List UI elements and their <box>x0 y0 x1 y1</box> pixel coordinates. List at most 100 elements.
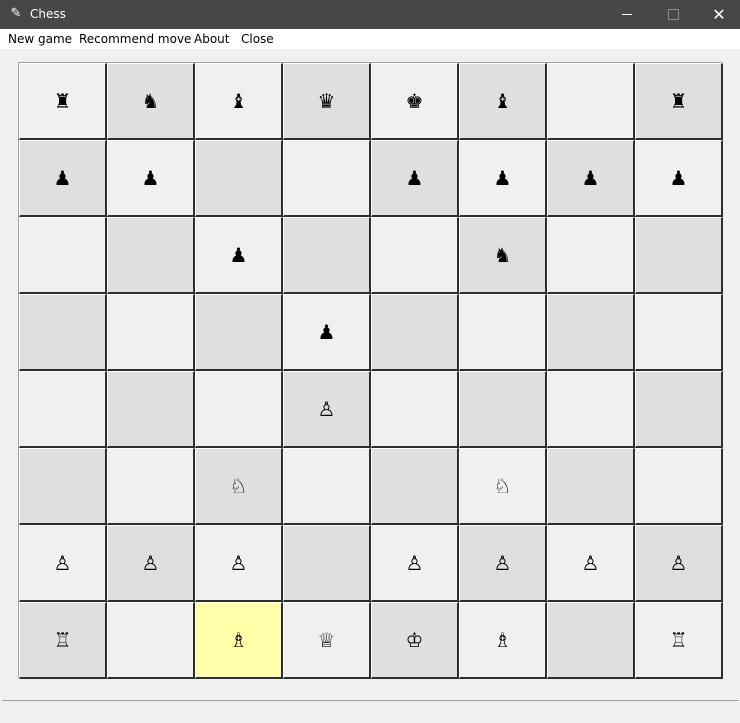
square-h5[interactable] <box>635 294 723 371</box>
square-b4[interactable] <box>107 371 195 448</box>
square-b7[interactable]: ♟ <box>107 140 195 217</box>
piece: ♕ <box>317 628 336 652</box>
piece: ♟ <box>141 166 160 190</box>
square-g2[interactable]: ♙ <box>547 525 635 602</box>
square-e6[interactable] <box>371 217 459 294</box>
square-f8[interactable]: ♝ <box>459 63 547 140</box>
close-icon: ✕ <box>712 5 726 24</box>
square-h6[interactable] <box>635 217 723 294</box>
square-c1[interactable]: ♗ <box>195 602 283 679</box>
square-f4[interactable] <box>459 371 547 448</box>
piece: ♟ <box>581 166 600 190</box>
maximize-button[interactable] <box>650 0 696 29</box>
square-h2[interactable]: ♙ <box>635 525 723 602</box>
piece: ♔ <box>405 628 424 652</box>
square-d6[interactable] <box>283 217 371 294</box>
square-f5[interactable] <box>459 294 547 371</box>
square-d5[interactable]: ♟ <box>283 294 371 371</box>
square-h8[interactable]: ♜ <box>635 63 723 140</box>
square-a7[interactable]: ♟ <box>19 140 107 217</box>
piece: ♚ <box>405 89 424 113</box>
square-b3[interactable] <box>107 448 195 525</box>
square-d3[interactable] <box>283 448 371 525</box>
square-c7[interactable] <box>195 140 283 217</box>
square-c6[interactable]: ♟ <box>195 217 283 294</box>
square-b2[interactable]: ♙ <box>107 525 195 602</box>
piece: ♞ <box>141 89 160 113</box>
piece: ♟ <box>669 166 688 190</box>
square-c8[interactable]: ♝ <box>195 63 283 140</box>
square-f2[interactable]: ♙ <box>459 525 547 602</box>
square-d1[interactable]: ♕ <box>283 602 371 679</box>
square-g6[interactable] <box>547 217 635 294</box>
square-b8[interactable]: ♞ <box>107 63 195 140</box>
menu-bar: New game Recommend move About Close <box>0 29 740 49</box>
square-h7[interactable]: ♟ <box>635 140 723 217</box>
square-g7[interactable]: ♟ <box>547 140 635 217</box>
square-a5[interactable] <box>19 294 107 371</box>
piece: ♟ <box>53 166 72 190</box>
square-d2[interactable] <box>283 525 371 602</box>
square-g5[interactable] <box>547 294 635 371</box>
square-a3[interactable] <box>19 448 107 525</box>
square-c5[interactable] <box>195 294 283 371</box>
square-a1[interactable]: ♖ <box>19 602 107 679</box>
square-b5[interactable] <box>107 294 195 371</box>
square-f1[interactable]: ♗ <box>459 602 547 679</box>
menu-new-game[interactable]: New game <box>8 31 72 47</box>
piece: ♟ <box>405 166 424 190</box>
square-g4[interactable] <box>547 371 635 448</box>
window-title: Chess <box>30 7 66 21</box>
square-c4[interactable] <box>195 371 283 448</box>
piece: ♙ <box>581 551 600 575</box>
square-h4[interactable] <box>635 371 723 448</box>
square-a4[interactable] <box>19 371 107 448</box>
square-a8[interactable]: ♜ <box>19 63 107 140</box>
square-h3[interactable] <box>635 448 723 525</box>
piece: ♞ <box>493 243 512 267</box>
square-c3[interactable]: ♘ <box>195 448 283 525</box>
piece: ♗ <box>229 628 248 652</box>
square-d4[interactable]: ♙ <box>283 371 371 448</box>
square-f6[interactable]: ♞ <box>459 217 547 294</box>
piece: ♝ <box>229 89 248 113</box>
title-bar: ✎ Chess ✕ <box>0 0 740 29</box>
square-g3[interactable] <box>547 448 635 525</box>
piece: ♟ <box>493 166 512 190</box>
square-a2[interactable]: ♙ <box>19 525 107 602</box>
square-f3[interactable]: ♘ <box>459 448 547 525</box>
feather-icon: ✎ <box>10 6 22 21</box>
piece: ♖ <box>53 628 72 652</box>
square-e1[interactable]: ♔ <box>371 602 459 679</box>
square-e8[interactable]: ♚ <box>371 63 459 140</box>
minimize-button[interactable] <box>604 0 650 29</box>
menu-close[interactable]: Close <box>241 31 274 47</box>
piece: ♗ <box>493 628 512 652</box>
piece: ♙ <box>229 551 248 575</box>
close-window-button[interactable]: ✕ <box>696 0 740 29</box>
square-e7[interactable]: ♟ <box>371 140 459 217</box>
minimize-icon <box>622 14 632 15</box>
square-d7[interactable] <box>283 140 371 217</box>
square-e5[interactable] <box>371 294 459 371</box>
square-b1[interactable] <box>107 602 195 679</box>
square-e4[interactable] <box>371 371 459 448</box>
square-h1[interactable]: ♖ <box>635 602 723 679</box>
piece: ♟ <box>317 320 336 344</box>
menu-about[interactable]: About <box>194 31 229 47</box>
square-e3[interactable] <box>371 448 459 525</box>
piece: ♘ <box>229 474 248 498</box>
square-g8[interactable] <box>547 63 635 140</box>
square-b6[interactable] <box>107 217 195 294</box>
square-e2[interactable]: ♙ <box>371 525 459 602</box>
maximize-icon <box>667 9 679 20</box>
square-f7[interactable]: ♟ <box>459 140 547 217</box>
piece: ♙ <box>317 397 336 421</box>
piece: ♝ <box>493 89 512 113</box>
square-g1[interactable] <box>547 602 635 679</box>
piece: ♘ <box>493 474 512 498</box>
square-d8[interactable]: ♛ <box>283 63 371 140</box>
menu-recommend-move[interactable]: Recommend move <box>79 31 191 47</box>
square-a6[interactable] <box>19 217 107 294</box>
square-c2[interactable]: ♙ <box>195 525 283 602</box>
